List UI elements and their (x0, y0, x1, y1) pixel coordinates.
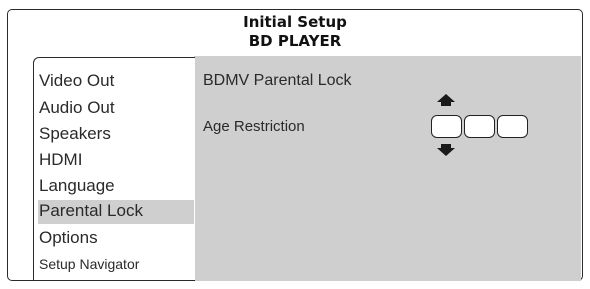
arrow-up-icon[interactable] (437, 94, 455, 106)
digit-box-3[interactable] (497, 115, 528, 138)
menu-item-setup-navigator[interactable]: Setup Navigator (39, 256, 139, 272)
digit-box-1[interactable] (431, 115, 462, 138)
menu-item-label: Parental Lock (39, 201, 143, 220)
digit-box-2[interactable] (464, 115, 495, 138)
menu-item-parental-lock[interactable]: Parental Lock (38, 200, 194, 224)
page-subtitle: BD PLAYER (248, 32, 342, 50)
panel-heading: BDMV Parental Lock (203, 72, 352, 89)
page-title: Initial Setup (243, 13, 347, 31)
arrow-down-icon[interactable] (437, 144, 455, 156)
menu-item-options[interactable]: Options (39, 228, 98, 248)
age-restriction-label: Age Restriction (203, 118, 305, 135)
menu-item-audio-out[interactable]: Audio Out (39, 98, 115, 118)
menu-item-hdmi[interactable]: HDMI (39, 150, 82, 170)
menu-item-language[interactable]: Language (39, 176, 115, 196)
menu-item-speakers[interactable]: Speakers (39, 124, 111, 144)
menu-item-video-out[interactable]: Video Out (39, 71, 114, 91)
